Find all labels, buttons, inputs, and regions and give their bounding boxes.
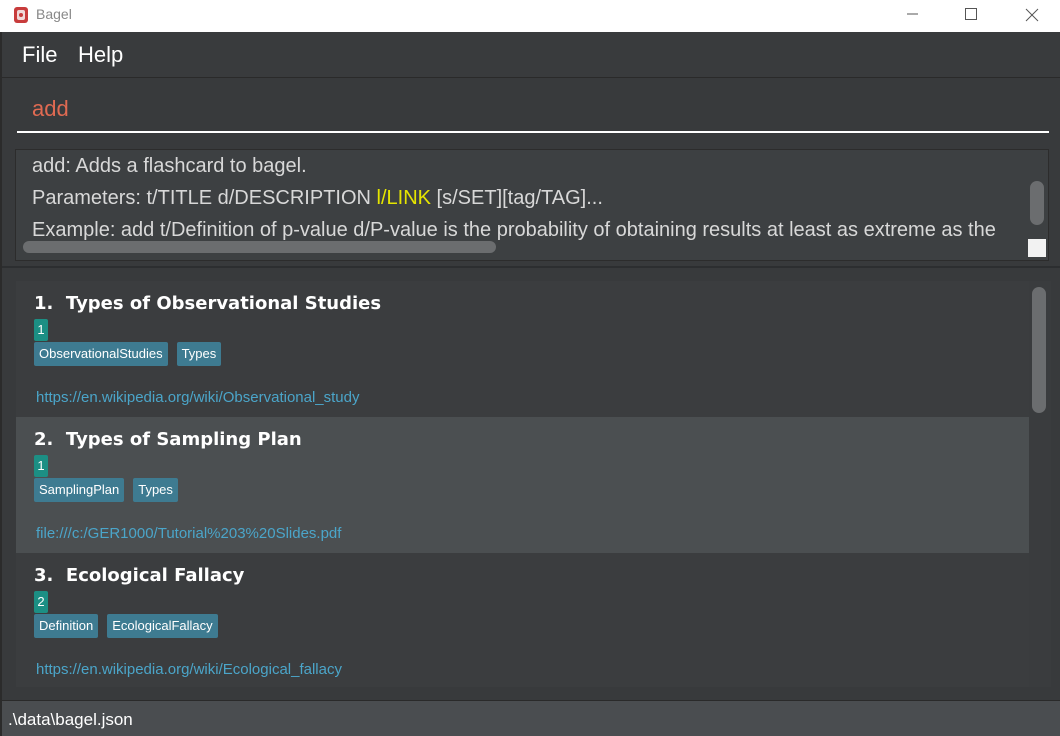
list-vertical-scrollbar[interactable] xyxy=(1032,287,1046,413)
flashcard-title-text: Types of Sampling Plan xyxy=(65,429,302,450)
result-line-example: Example: add t/Definition of p-value d/P… xyxy=(32,219,996,241)
menu-help[interactable]: Help xyxy=(78,42,123,68)
tag-list: SamplingPlan Types xyxy=(34,478,178,502)
parameters-text-rest: [s/SET][tag/TAG]... xyxy=(431,187,603,209)
status-bar: .\data\bagel.json xyxy=(2,700,1060,736)
set-badge: 2 xyxy=(34,591,48,613)
scroll-corner xyxy=(1028,239,1046,257)
menu-file[interactable]: File xyxy=(22,42,57,68)
flashcard-index: 3. xyxy=(34,565,54,586)
flashcard-link[interactable]: file:///c:/GER1000/Tutorial%203%20Slides… xyxy=(36,525,341,542)
tag-badge: Definition xyxy=(34,614,99,638)
flashcard-link[interactable]: https://en.wikipedia.org/wiki/Observatio… xyxy=(36,389,360,406)
tag-badge: Types xyxy=(176,342,222,366)
tag-badge: SamplingPlan xyxy=(34,478,125,502)
command-box xyxy=(2,79,1060,143)
flashcard-title-text: Ecological Fallacy xyxy=(65,565,245,586)
tag-badge: Types xyxy=(133,478,178,502)
title-bar: Bagel xyxy=(0,0,1060,32)
close-icon xyxy=(1025,8,1039,22)
result-line-parameters: Parameters: t/TITLE d/DESCRIPTION l/LINK… xyxy=(32,187,603,210)
bagel-app-icon xyxy=(11,5,31,25)
close-button[interactable] xyxy=(1008,0,1054,32)
flashcard-title: 1. Types of Observational Studies xyxy=(34,293,381,314)
menu-bar: File Help xyxy=(2,32,1060,78)
tag-badge: EcologicalFallacy xyxy=(107,614,218,638)
tag-badge: ObservationalStudies xyxy=(34,342,168,366)
flashcard-index: 1. xyxy=(34,293,54,314)
flashcard-card[interactable]: 3. Ecological Fallacy 2 Definition Ecolo… xyxy=(16,553,1029,687)
maximize-button[interactable] xyxy=(948,0,994,32)
set-badge: 1 xyxy=(34,319,48,341)
maximize-icon xyxy=(965,8,977,20)
tag-list: Definition EcologicalFallacy xyxy=(34,614,218,638)
flashcard-list: 1. Types of Observational Studies 1 Obse… xyxy=(16,281,1029,687)
flashcard-link[interactable]: https://en.wikipedia.org/wiki/Ecological… xyxy=(36,661,342,678)
set-badge: 1 xyxy=(34,455,48,477)
flashcard-title: 3. Ecological Fallacy xyxy=(34,565,244,586)
data-file-path: .\data\bagel.json xyxy=(8,710,133,729)
result-display[interactable]: add: Adds a flashcard to bagel. Paramete… xyxy=(15,149,1049,261)
parameters-link-highlight: l/LINK xyxy=(376,187,431,209)
parameters-text: Parameters: t/TITLE d/DESCRIPTION xyxy=(32,187,377,209)
divider xyxy=(2,266,1060,268)
flashcard-card[interactable]: 2. Types of Sampling Plan 1 SamplingPlan… xyxy=(16,417,1029,553)
minimize-icon xyxy=(907,13,918,15)
tag-list: ObservationalStudies Types xyxy=(34,342,222,366)
window-title: Bagel xyxy=(36,6,72,22)
result-vertical-scrollbar[interactable] xyxy=(1030,181,1044,225)
command-input[interactable] xyxy=(17,87,1049,133)
flashcard-index: 2. xyxy=(34,429,54,450)
minimize-button[interactable] xyxy=(890,0,936,32)
flashcard-card[interactable]: 1. Types of Observational Studies 1 Obse… xyxy=(16,281,1029,417)
flashcard-title: 2. Types of Sampling Plan xyxy=(34,429,302,450)
flashcard-title-text: Types of Observational Studies xyxy=(65,293,382,314)
result-horizontal-scrollbar[interactable] xyxy=(23,241,496,253)
result-line-usage: add: Adds a flashcard to bagel. xyxy=(32,155,307,177)
